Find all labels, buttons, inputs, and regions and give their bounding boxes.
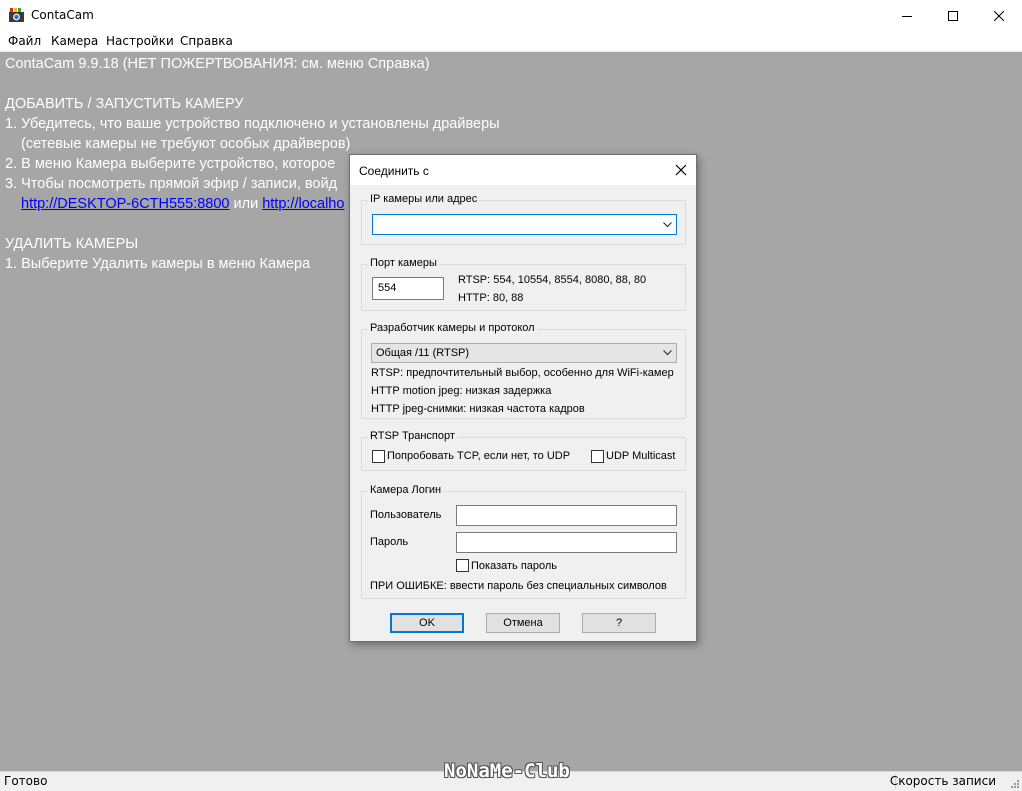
rtsp-transport-group: RTSP Транспорт Попробовать TCP, если нет… <box>361 430 686 471</box>
window-title: ContaCam <box>31 8 94 22</box>
or-text: или <box>229 196 263 212</box>
maximize-button[interactable] <box>930 0 976 31</box>
vendor-group-label: Разработчик камеры и протокол <box>368 322 537 334</box>
vendor-group: Разработчик камеры и протокол Общая /11 … <box>361 322 686 419</box>
maximize-icon <box>948 10 958 21</box>
contacam-app-icon <box>9 8 24 22</box>
password-label: Пароль <box>370 536 409 548</box>
vendor-protocol-value: Общая /11 (RTSP) <box>376 347 470 359</box>
show-password-label[interactable]: Показать пароль <box>471 560 557 572</box>
port-value: 554 <box>378 282 397 294</box>
minimize-button[interactable] <box>884 0 930 31</box>
step-1: 1. Убедитесь, что ваше устройство подклю… <box>5 116 500 132</box>
ip-group-label: IP камеры или адрес <box>368 193 480 205</box>
title-bar: ContaCam <box>0 0 1022 31</box>
username-input[interactable] <box>456 505 677 526</box>
rtsp-ports-text: RTSP: 554, 10554, 8554, 8080, 88, 80 <box>458 274 647 286</box>
cancel-button[interactable]: Отмена <box>486 613 560 633</box>
chevron-down-icon <box>663 350 672 356</box>
username-label: Пользователь <box>370 509 442 521</box>
menu-help[interactable]: Справка <box>180 34 233 48</box>
chevron-down-icon <box>663 221 672 227</box>
tcp-checkbox[interactable] <box>372 450 385 463</box>
close-icon <box>994 10 1004 21</box>
login-group-label: Камера Логин <box>368 484 444 496</box>
error-hint-text: ПРИ ОШИБКЕ: ввести пароль без специальны… <box>370 580 667 592</box>
ok-button[interactable]: OK <box>390 613 464 633</box>
add-camera-heading: ДОБАВИТЬ / ЗАПУСТИТЬ КАМЕРУ <box>5 96 244 112</box>
ip-group: IP камеры или адрес <box>361 193 686 245</box>
menu-file[interactable]: Файл <box>8 34 41 48</box>
port-input[interactable]: 554 <box>372 277 444 300</box>
minimize-icon <box>902 15 912 17</box>
version-line: ContaCam 9.9.18 (НЕТ ПОЖЕРТВОВАНИЯ: см. … <box>5 56 430 72</box>
port-group-label: Порт камеры <box>368 257 439 269</box>
record-speed-text: Скорость записи <box>889 774 996 788</box>
watermark: NoNaMe-Club <box>444 760 570 782</box>
step-1-note: (сетевые камеры не требуют особых драйве… <box>21 136 351 152</box>
password-input[interactable] <box>456 532 677 553</box>
http-ports-text: HTTP: 80, 88 <box>458 292 524 304</box>
help-button[interactable]: ? <box>582 613 656 633</box>
tcp-checkbox-label[interactable]: Попробовать TCP, если нет, то UDP <box>387 450 570 462</box>
menu-settings[interactable]: Настройки <box>106 34 174 48</box>
dialog-title-bar: Соединить с <box>350 155 696 185</box>
connect-dialog: Соединить с IP камеры или адрес Порт кам… <box>349 154 697 642</box>
mjpeg-note: HTTP motion jpeg: низкая задержка <box>371 385 552 397</box>
localhost-link[interactable]: http://localho <box>262 196 344 212</box>
ip-address-combo[interactable] <box>372 214 677 235</box>
close-button[interactable] <box>976 0 1022 31</box>
port-group: Порт камеры 554 RTSP: 554, 10554, 8554, … <box>361 257 686 311</box>
resize-grip-icon[interactable] <box>1009 778 1020 789</box>
show-password-checkbox[interactable] <box>456 559 469 572</box>
dialog-close-icon[interactable] <box>672 161 690 179</box>
menu-camera[interactable]: Камера <box>51 34 98 48</box>
menu-bar: Файл Камера Настройки Справка <box>0 31 1022 52</box>
rtsp-note: RTSP: предпочтительный выбор, особенно д… <box>371 367 674 379</box>
login-group: Камера Логин Пользователь Пароль Показат… <box>361 484 686 599</box>
vendor-protocol-combo[interactable]: Общая /11 (RTSP) <box>371 343 677 363</box>
dialog-title: Соединить с <box>359 164 429 178</box>
desktop-link[interactable]: http://DESKTOP-6CTH555:8800 <box>21 196 229 212</box>
rtsp-transport-label: RTSP Транспорт <box>368 430 457 442</box>
jpeg-note: HTTP jpeg-снимки: низкая частота кадров <box>371 403 585 415</box>
udp-multicast-checkbox[interactable] <box>591 450 604 463</box>
status-text: Готово <box>4 774 48 788</box>
udp-multicast-label[interactable]: UDP Multicast <box>606 450 675 462</box>
